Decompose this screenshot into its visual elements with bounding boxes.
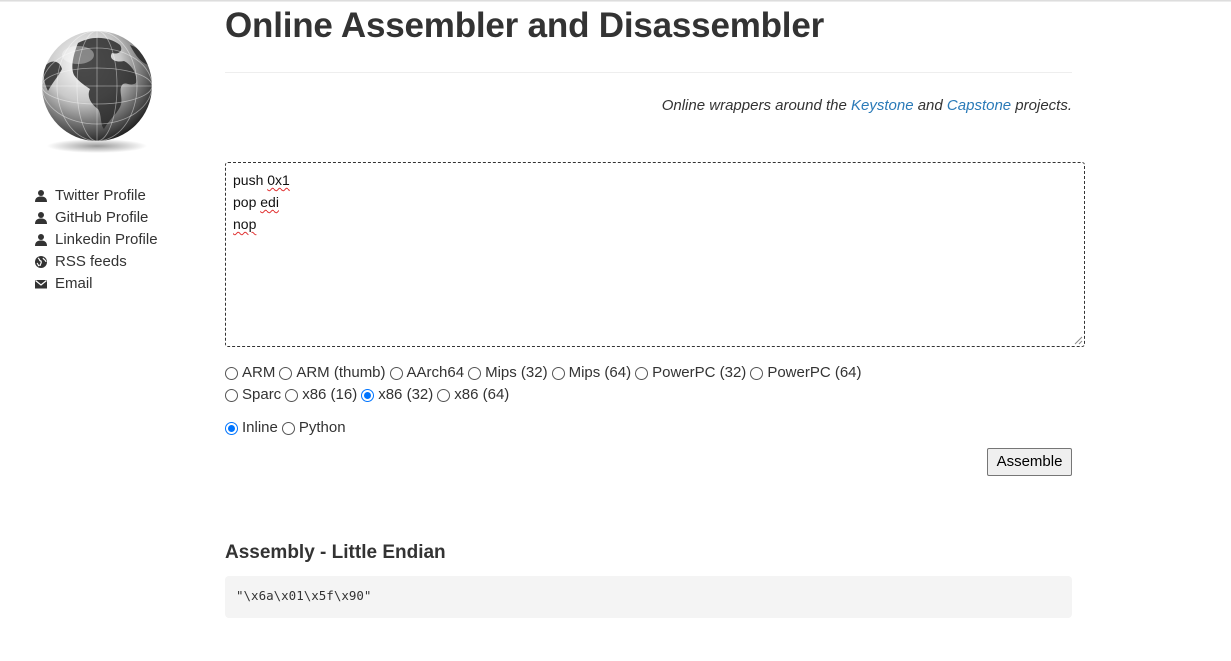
arch-option-powerpc64[interactable]: PowerPC (64): [750, 363, 862, 381]
radio-button[interactable]: [225, 389, 238, 402]
sidebar-item-linkedin[interactable]: Linkedin Profile: [34, 229, 158, 251]
code-token: edi: [260, 194, 279, 210]
radio-label: x86 (32): [378, 385, 434, 403]
radio-label: x86 (64): [454, 385, 510, 403]
sidebar-link-label[interactable]: Linkedin Profile: [55, 230, 158, 250]
code-line: pop edi: [233, 191, 1077, 213]
radio-label: Inline: [242, 418, 278, 436]
arch-option-mips32[interactable]: Mips (32): [468, 364, 548, 381]
result-heading: Assembly - Little Endian: [225, 542, 446, 563]
sidebar-item-rss[interactable]: RSS feeds: [34, 251, 158, 273]
radio-label: Python: [298, 418, 346, 436]
radio-label: Mips (64): [568, 363, 632, 381]
radio-button[interactable]: [468, 367, 482, 380]
user-icon: [34, 189, 48, 203]
sidebar-link-label[interactable]: Email: [55, 274, 93, 294]
user-icon: [34, 233, 48, 247]
radio-label: AArch64: [406, 363, 465, 381]
arch-option-x86-64[interactable]: x86 (64): [437, 386, 509, 403]
arch-option-aarch64[interactable]: AArch64: [389, 363, 465, 381]
sidebar-links: Twitter Profile GitHub Profile Linkedin …: [34, 185, 158, 295]
radio-label: ARM (thumb): [296, 363, 386, 381]
tagline-suffix: projects.: [1011, 97, 1072, 114]
code-line: push 0x1: [233, 169, 1077, 191]
code-line-2: nop: [233, 216, 256, 232]
radio-label: Mips (32): [485, 363, 548, 381]
arch-option-x86-32[interactable]: x86 (32): [361, 386, 433, 403]
radio-label: ARM: [242, 363, 276, 381]
architecture-row-1: ARM ARM (thumb) AArch64 Mips (32) Mips (…: [225, 361, 866, 383]
radio-button-selected[interactable]: [225, 422, 238, 435]
radio-button[interactable]: [551, 367, 565, 380]
code-token: pop: [233, 194, 257, 210]
user-icon: [34, 211, 48, 225]
arch-option-arm[interactable]: ARM: [225, 364, 275, 381]
architecture-radio-group: ARM ARM (thumb) AArch64 Mips (32) Mips (…: [225, 361, 866, 405]
assemble-button[interactable]: Assemble: [987, 448, 1072, 476]
tagline-prefix: Online wrappers around the: [661, 97, 851, 114]
result-code: "\x6a\x01\x5f\x90": [225, 576, 1072, 618]
envelope-icon: [34, 277, 48, 291]
radio-button[interactable]: [635, 367, 649, 380]
radio-button-selected[interactable]: [361, 389, 375, 402]
radio-label: PowerPC (64): [767, 363, 862, 381]
radio-label: PowerPC (32): [652, 363, 747, 381]
globe-icon: [38, 25, 160, 155]
resize-handle-icon[interactable]: [1074, 336, 1083, 345]
top-border: [0, 0, 1231, 2]
radio-button[interactable]: [285, 389, 299, 402]
radio-button[interactable]: [281, 422, 295, 435]
keystone-link[interactable]: Keystone: [851, 97, 914, 114]
arch-option-sparc[interactable]: Sparc: [225, 386, 281, 403]
sidebar-item-github[interactable]: GitHub Profile: [34, 207, 158, 229]
radio-label: x86 (16): [302, 385, 358, 403]
page-title: Online Assembler and Disassembler: [225, 6, 825, 45]
divider: [225, 72, 1072, 73]
code-token: 0x1: [267, 172, 290, 188]
code-token: push: [233, 172, 264, 188]
sidebar-item-twitter[interactable]: Twitter Profile: [34, 185, 158, 207]
tagline-middle: and: [913, 97, 947, 114]
radio-button[interactable]: [750, 367, 764, 380]
sidebar-item-email[interactable]: Email: [34, 273, 158, 295]
output-format-radio-group: Inline Python: [225, 416, 350, 438]
format-option-inline[interactable]: Inline: [225, 419, 278, 436]
capstone-link[interactable]: Capstone: [947, 97, 1011, 114]
code-token: nop: [233, 216, 257, 232]
format-option-python[interactable]: Python: [281, 418, 346, 436]
globe-small-icon: [34, 255, 48, 269]
radio-button[interactable]: [437, 389, 451, 402]
sidebar-link-label[interactable]: RSS feeds: [55, 252, 127, 272]
architecture-row-2: Sparc x86 (16) x86 (32) x86 (64): [225, 383, 866, 405]
arch-option-x86-16[interactable]: x86 (16): [285, 386, 357, 403]
tagline: Online wrappers around the Keystone and …: [662, 97, 1072, 114]
code-line-1: pop edi: [233, 194, 279, 210]
code-line: nop: [233, 213, 1077, 235]
assembly-code-textarea[interactable]: push 0x1 pop edi nop: [225, 162, 1085, 347]
arch-option-mips64[interactable]: Mips (64): [551, 363, 632, 381]
radio-label: Sparc: [242, 385, 282, 403]
radio-button[interactable]: [389, 367, 403, 380]
radio-button[interactable]: [279, 367, 293, 380]
arch-option-arm-thumb[interactable]: ARM (thumb): [279, 363, 386, 381]
output-format-row: Inline Python: [225, 416, 350, 438]
sidebar-link-label[interactable]: Twitter Profile: [55, 186, 146, 206]
sidebar-link-label[interactable]: GitHub Profile: [55, 208, 148, 228]
code-line-0: push 0x1: [233, 172, 290, 188]
radio-button[interactable]: [225, 367, 238, 380]
arch-option-powerpc32[interactable]: PowerPC (32): [635, 364, 746, 381]
